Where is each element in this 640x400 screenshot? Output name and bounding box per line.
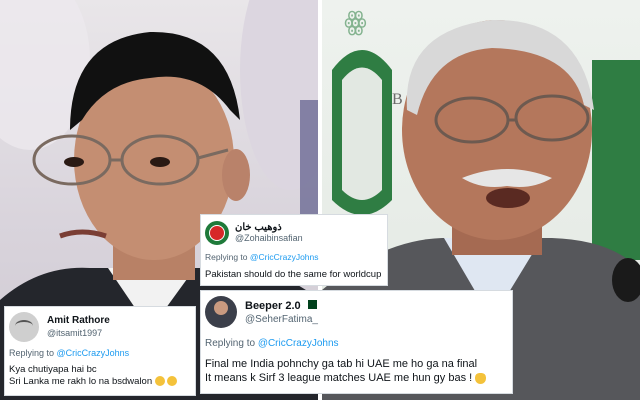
replying-prefix: Replying to [9, 348, 57, 358]
avatar[interactable] [205, 221, 229, 245]
tweet-line-2: It means k Sirf 3 league matches UAE me … [205, 372, 473, 384]
profile-photo-icon [214, 301, 228, 315]
replying-to: Replying to @CricCrazyJohns [9, 348, 191, 358]
pti-logo-icon [209, 225, 225, 241]
tweet-card-zohaib[interactable]: ذوهيب خان @Zohaibinsafian Replying to @C… [200, 214, 388, 286]
face-emoji-icon [167, 376, 178, 387]
tweet-text: Final me India pohnchy ga tab hi UAE me … [205, 357, 508, 385]
profile-sketch-icon [15, 320, 33, 332]
author-name: Amit Rathore [47, 315, 110, 326]
mention-link[interactable]: @CricCrazyJohns [250, 252, 319, 262]
tweet-line-1: Final me India pohnchy ga tab hi UAE me … [205, 358, 478, 370]
author-name: Beeper 2.0 [245, 299, 301, 312]
replying-to: Replying to @CricCrazyJohns [205, 338, 508, 349]
tweet-card-amit[interactable]: Amit Rathore @itsamit1997 Replying to @C… [4, 306, 196, 396]
replying-prefix: Replying to [205, 252, 250, 262]
tweet-line-2: Sri Lanka me rakh lo na bsdwalon [9, 376, 153, 387]
mention-link[interactable]: @CricCrazyJohns [258, 338, 339, 349]
tweet-line-1: Kya chutiyapa hai bc [9, 364, 97, 375]
replying-to: Replying to @CricCrazyJohns [205, 252, 383, 262]
face-emoji-icon [154, 376, 165, 387]
avatar[interactable] [205, 296, 237, 328]
author-handle[interactable]: @Zohaibinsafian [235, 233, 303, 244]
author-handle[interactable]: @SeherFatima_ [245, 313, 318, 327]
avatar[interactable] [9, 312, 39, 342]
svg-text:ꙮ: ꙮ [344, 7, 367, 36]
mention-link[interactable]: @CricCrazyJohns [57, 348, 130, 358]
tweet-text: Kya chutiyapa hai bc Sri Lanka me rakh l… [9, 364, 191, 388]
tweet-card-beeper[interactable]: Beeper 2.0 @SeherFatima_ Replying to @Cr… [200, 290, 513, 394]
hand-emoji-icon [475, 372, 487, 384]
svg-text:B: B [392, 91, 403, 108]
tweet-text: Pakistan should do the same for worldcup [205, 269, 382, 280]
pakistan-flag-icon [304, 299, 317, 309]
replying-prefix: Replying to [205, 338, 258, 349]
author-name: ذوهيب خان [235, 222, 282, 233]
author-handle[interactable]: @itsamit1997 [47, 327, 110, 339]
